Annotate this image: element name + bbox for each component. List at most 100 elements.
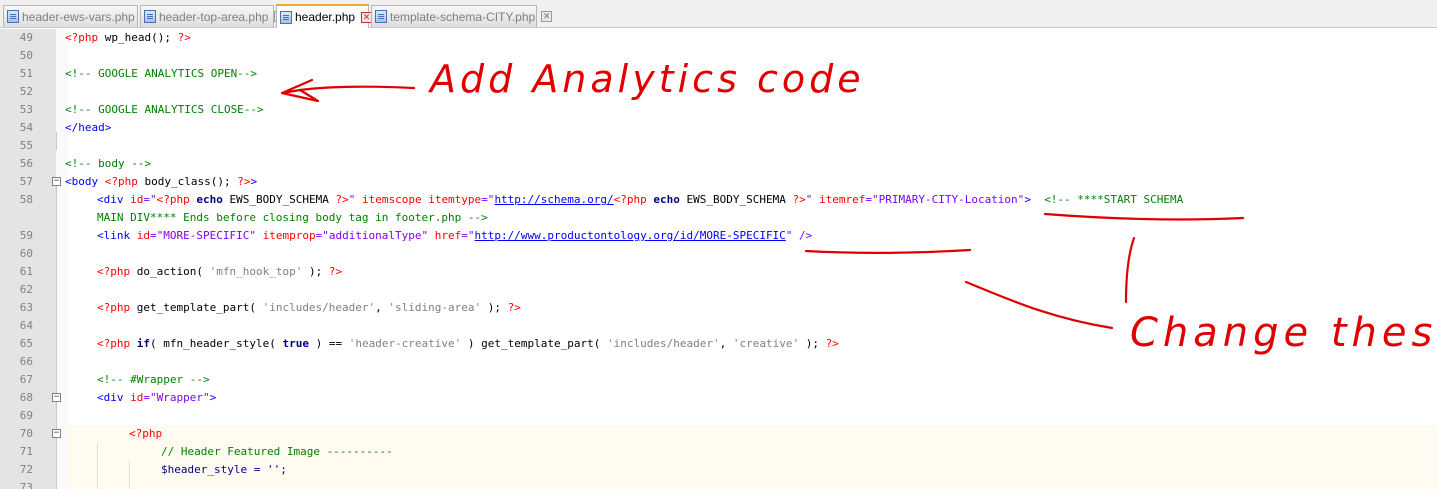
fold-line [56, 186, 57, 393]
code-token: 'includes/header' [262, 301, 376, 314]
fold-line [56, 438, 57, 489]
line-number: 54 [19, 121, 33, 134]
code-line-49: <?php wp_head(); ?> [65, 29, 191, 47]
indent-guide [129, 461, 130, 489]
code-token: " /> [785, 229, 813, 242]
tab-label: header-ews-vars.php [22, 9, 135, 24]
line-number: 67 [19, 373, 33, 386]
line-number: 51 [19, 67, 33, 80]
code-token: , [375, 301, 389, 314]
line-number: 70 [19, 427, 33, 440]
line-number: 62 [19, 283, 33, 296]
code-token: <!-- ****START SCHEMA [1044, 193, 1184, 206]
code-token: <div [97, 193, 131, 206]
fold-toggle-icon[interactable]: − [52, 429, 61, 438]
code-token: ); [481, 301, 508, 314]
code-token: <?php [97, 337, 131, 350]
code-line-56: <!-- body --> [65, 157, 152, 170]
line-number: 71 [19, 445, 33, 458]
code-line-68: <div id="Wrapper"> [97, 389, 216, 407]
code-token: if [130, 337, 150, 350]
tab-template-schema-city[interactable]: template-schema-CITY.php ✕ [371, 5, 553, 27]
code-token: ?> [825, 337, 839, 350]
code-token: echo [189, 193, 223, 206]
line-number: 57 [19, 175, 33, 188]
code-token: echo [646, 193, 680, 206]
code-line-51: <!-- GOOGLE ANALYTICS OPEN--> [65, 67, 258, 80]
php-file-icon [7, 10, 19, 23]
line-number: 58 [19, 193, 33, 206]
code-token: ="Wrapper" [143, 391, 210, 404]
schema-link[interactable]: http://schema.org/ [494, 193, 613, 206]
code-line-63: <?php get_template_part( 'includes/heade… [97, 299, 521, 317]
code-token: =" [143, 193, 157, 206]
code-token: itemref [819, 193, 866, 206]
line-number: 64 [19, 319, 33, 332]
current-block-highlight [68, 425, 1437, 443]
code-token: , [719, 337, 733, 350]
tab-label: header-top-area.php [159, 9, 269, 24]
code-token: ="PRIMARY-CITY-Location" [865, 193, 1025, 206]
code-token: ); [302, 265, 329, 278]
code-line-54: </head> [65, 121, 112, 134]
code-token: ="additionalType" [315, 229, 435, 242]
fold-toggle-icon[interactable]: − [52, 177, 61, 186]
php-close-tag: ?> [177, 31, 191, 44]
fold-toggle-icon[interactable]: − [52, 393, 61, 402]
code-token: > [1024, 193, 1045, 206]
code-token: 'mfn_hook_top' [209, 265, 303, 278]
code-line-57: <body <?php body_class(); ?>> [65, 173, 257, 191]
line-number: 73 [19, 481, 33, 489]
line-number: 50 [19, 49, 33, 62]
code-token: ) get_template_part( [461, 337, 607, 350]
code-editor[interactable]: 49 50 51 52 53 54 55 56 57 58 59 60 61 6… [0, 29, 1437, 489]
code-token: ?> [328, 265, 343, 278]
code-token: 'sliding-area' [388, 301, 482, 314]
php-file-icon [144, 10, 156, 23]
code-token: get_template_part( [130, 301, 263, 314]
code-token: <?php [104, 175, 138, 188]
line-number: 61 [19, 265, 33, 278]
code-token: " [805, 193, 819, 206]
line-number: 66 [19, 355, 33, 368]
code-token: 'header-creative' [348, 337, 462, 350]
line-number: 60 [19, 247, 33, 260]
code-token: EWS_BODY_SCHEMA [679, 193, 793, 206]
fold-line [56, 132, 57, 150]
code-line-53: <!-- GOOGLE ANALYTICS CLOSE--> [65, 103, 264, 116]
code-token: ); [799, 337, 826, 350]
code-token: ?> [335, 193, 349, 206]
line-number: 56 [19, 157, 33, 170]
code-line-59: <link id="MORE-SPECIFIC" itemprop="addit… [97, 227, 812, 245]
tab-header-ews-vars[interactable]: header-ews-vars.php ✕ [3, 5, 152, 27]
tab-header-php[interactable]: header.php ✕ [276, 4, 373, 28]
code-token: <?php [613, 193, 647, 206]
code-token: id [136, 229, 150, 242]
code-line-72: $header_style = ''; [161, 463, 287, 476]
code-line-65: <?php if( mfn_header_style( true ) == 'h… [97, 335, 839, 353]
code-token: 'creative' [732, 337, 800, 350]
code-token: =" [481, 193, 495, 206]
code-token: href [434, 229, 462, 242]
code-line-58-wrap: MAIN DIV**** Ends before closing body ta… [97, 211, 488, 224]
code-token: do_action( [130, 265, 210, 278]
code-token: ( mfn_header_style( [150, 337, 283, 350]
line-number: 65 [19, 337, 33, 350]
code-token: ) == [308, 337, 349, 350]
code-token: true [282, 337, 309, 350]
line-number: 52 [19, 85, 33, 98]
code-token: > [209, 391, 217, 404]
tab-bar: header-ews-vars.php ✕ header-top-area.ph… [0, 0, 1437, 28]
code-token: ?> [507, 301, 521, 314]
code-token: wp_head(); [98, 31, 178, 44]
close-icon[interactable]: ✕ [541, 11, 553, 22]
code-token: 'includes/header' [607, 337, 720, 350]
code-token: <link [97, 229, 137, 242]
line-number: 59 [19, 229, 33, 242]
tab-header-top-area[interactable]: header-top-area.php ✕ [140, 5, 286, 27]
code-line-58: <div id="<?php echo EWS_BODY_SCHEMA ?>" … [97, 191, 1183, 209]
code-token: body_class(); [137, 175, 238, 188]
line-number: 63 [19, 301, 33, 314]
productontology-link[interactable]: http://www.productontology.org/id/MORE-S… [475, 229, 786, 242]
line-number: 53 [19, 103, 33, 116]
